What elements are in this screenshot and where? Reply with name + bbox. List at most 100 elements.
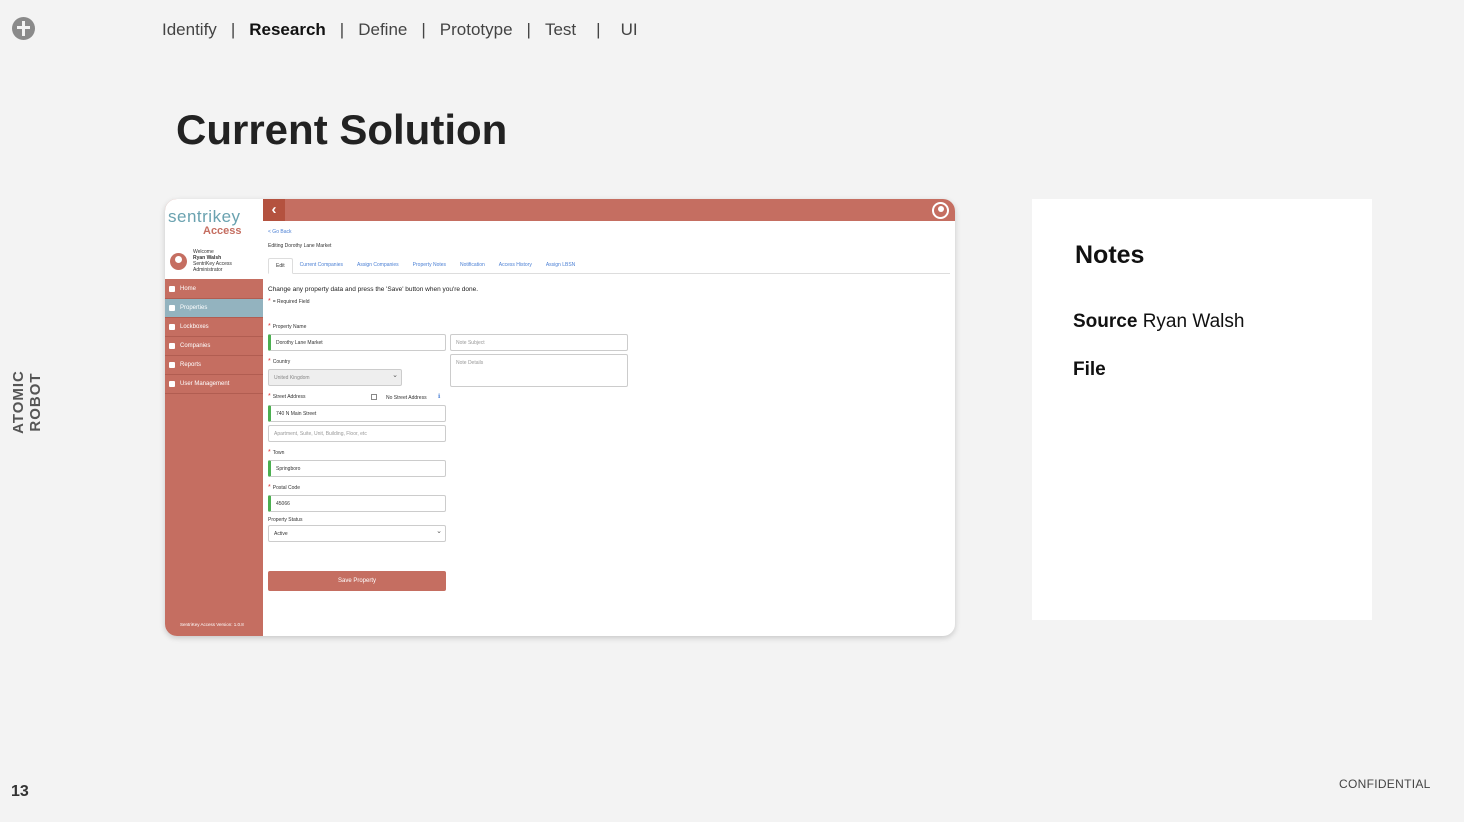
save-property-button[interactable]: Save Property bbox=[268, 571, 446, 591]
nav-separator: | bbox=[596, 20, 601, 39]
editing-heading: Editing Dorothy Lane Market bbox=[268, 243, 332, 249]
tab-assign-companies[interactable]: Assign Companies bbox=[350, 258, 406, 274]
sidebar-item-label: Reports bbox=[180, 362, 202, 368]
sidebar-item-home[interactable]: Home bbox=[165, 280, 263, 299]
brand-logo: sentrikey Access bbox=[165, 199, 263, 241]
notes-source: Source Ryan Walsh bbox=[1073, 311, 1244, 333]
postal-code-label-text: Postal Code bbox=[272, 485, 300, 491]
page-number: 13 bbox=[11, 783, 29, 800]
page-title: Current Solution bbox=[176, 106, 508, 153]
no-street-address-label: No Street Address bbox=[386, 395, 427, 401]
sidebar-item-label: Companies bbox=[180, 343, 211, 349]
street-address-label: * Street Address bbox=[268, 393, 306, 400]
required-star-icon: * bbox=[268, 298, 271, 305]
sidebar-item-label: Properties bbox=[180, 305, 208, 311]
search-icon bbox=[169, 305, 175, 311]
notes-file: File bbox=[1073, 359, 1106, 381]
property-tabs: Edit Current Companies Assign Companies … bbox=[268, 258, 950, 274]
sidebar-item-user-management[interactable]: User Management bbox=[165, 375, 263, 394]
lock-icon bbox=[169, 324, 175, 330]
town-label: * Town bbox=[268, 449, 284, 456]
street-address-label-text: Street Address bbox=[272, 394, 306, 400]
nav-separator: | bbox=[421, 20, 426, 39]
notes-source-value: Ryan Walsh bbox=[1142, 311, 1245, 332]
nav-define[interactable]: Define bbox=[358, 20, 407, 40]
required-star-icon: * bbox=[268, 393, 271, 400]
note-subject-input[interactable]: Note Subject bbox=[450, 334, 628, 351]
required-star-icon: * bbox=[268, 358, 271, 365]
property-name-label: * Property Name bbox=[268, 323, 306, 330]
info-icon[interactable]: ℹ bbox=[438, 393, 440, 400]
sidebar-item-companies[interactable]: Companies bbox=[165, 337, 263, 356]
street-address-input[interactable]: 740 N Main Street bbox=[268, 405, 446, 422]
notes-panel: Notes Source Ryan Walsh File bbox=[1032, 199, 1372, 620]
street-address-2-input[interactable]: Apartment, Suite, Unit, Building, Floor,… bbox=[268, 425, 446, 442]
required-note-text: = Required Field bbox=[272, 299, 310, 305]
tab-access-history[interactable]: Access History bbox=[492, 258, 539, 274]
town-input[interactable]: Springboro bbox=[268, 460, 446, 477]
property-status-select[interactable]: Active bbox=[268, 525, 446, 542]
sidebar-item-properties[interactable]: Properties bbox=[165, 299, 263, 318]
property-name-label-text: Property Name bbox=[272, 324, 307, 330]
home-icon bbox=[169, 286, 175, 292]
required-star-icon: * bbox=[268, 323, 271, 330]
chevron-left-icon[interactable]: ‹ bbox=[263, 199, 285, 221]
nav-ui[interactable]: UI bbox=[621, 20, 638, 40]
side-brand-label: ATOMIC ROBOT bbox=[10, 370, 44, 434]
instructions-text: Change any property data and press the '… bbox=[268, 286, 479, 293]
version-text: SentriKey Access Version: 1.0.8 bbox=[180, 622, 244, 627]
app-topbar: ‹ bbox=[263, 199, 955, 221]
app-sidebar: sentrikey Access Welcome Ryan Walsh Sent… bbox=[165, 199, 263, 636]
country-label: * Country bbox=[268, 358, 290, 365]
profile-text: Welcome Ryan Walsh SentriKey Access Admi… bbox=[193, 249, 232, 273]
tab-current-companies[interactable]: Current Companies bbox=[293, 258, 350, 274]
note-details-textarea[interactable]: Note Details bbox=[450, 354, 628, 387]
country-label-text: Country bbox=[272, 359, 291, 365]
tab-edit[interactable]: Edit bbox=[268, 258, 293, 274]
user-profile: Welcome Ryan Walsh SentriKey Access Admi… bbox=[165, 241, 263, 279]
nav-test[interactable]: Test bbox=[545, 20, 576, 40]
required-note: * = Required Field bbox=[268, 298, 310, 305]
brand-name: sentrikey bbox=[168, 207, 241, 226]
user-role: Administrator bbox=[193, 267, 223, 273]
tab-assign-lbsn[interactable]: Assign LBSN bbox=[539, 258, 582, 274]
nav-separator: | bbox=[230, 20, 236, 39]
sidebar-menu: Home Properties Lockboxes Companies Repo… bbox=[165, 280, 263, 394]
postal-code-input[interactable]: 45066 bbox=[268, 495, 446, 512]
avatar-icon bbox=[170, 253, 187, 270]
confidential-label: CONFIDENTIAL bbox=[1339, 777, 1431, 791]
town-label-text: Town bbox=[272, 450, 285, 456]
user-account-icon[interactable] bbox=[932, 202, 949, 219]
postal-code-label: * Postal Code bbox=[268, 484, 300, 491]
atomic-robot-logo-icon bbox=[12, 17, 35, 40]
notes-source-label: Source bbox=[1073, 311, 1138, 332]
notes-file-label: File bbox=[1073, 359, 1106, 380]
nav-identify[interactable]: Identify bbox=[162, 20, 217, 40]
building-icon bbox=[169, 343, 175, 349]
top-navigation: Identify | Research | Define | Prototype… bbox=[162, 20, 638, 40]
go-back-link[interactable]: < Go Back bbox=[268, 229, 291, 235]
tab-property-notes[interactable]: Property Notes bbox=[406, 258, 453, 274]
notes-title: Notes bbox=[1075, 241, 1145, 269]
required-star-icon: * bbox=[268, 449, 271, 456]
sidebar-item-label: Home bbox=[180, 286, 197, 292]
nav-prototype[interactable]: Prototype bbox=[440, 20, 513, 40]
nav-research[interactable]: Research bbox=[249, 20, 326, 40]
sidebar-item-reports[interactable]: Reports bbox=[165, 356, 263, 375]
no-street-address-checkbox[interactable] bbox=[371, 394, 377, 400]
sidebar-item-label: Lockboxes bbox=[180, 324, 209, 330]
brand-sub: Access bbox=[203, 225, 242, 237]
sidebar-item-label: User Management bbox=[180, 381, 230, 387]
user-icon bbox=[169, 381, 175, 387]
property-status-label: Property Status bbox=[268, 517, 303, 523]
property-name-input[interactable]: Dorothy Lane Market bbox=[268, 334, 446, 351]
app-screenshot: sentrikey Access Welcome Ryan Walsh Sent… bbox=[165, 199, 955, 636]
country-select[interactable]: United Kingdom bbox=[268, 369, 402, 386]
required-star-icon: * bbox=[268, 484, 271, 491]
clipboard-icon bbox=[169, 362, 175, 368]
nav-separator: | bbox=[526, 20, 531, 39]
edit-property-form: < Go Back Editing Dorothy Lane Market Ed… bbox=[268, 227, 955, 636]
tab-notification[interactable]: Notification bbox=[453, 258, 492, 274]
nav-separator: | bbox=[339, 20, 345, 39]
sidebar-item-lockboxes[interactable]: Lockboxes bbox=[165, 318, 263, 337]
